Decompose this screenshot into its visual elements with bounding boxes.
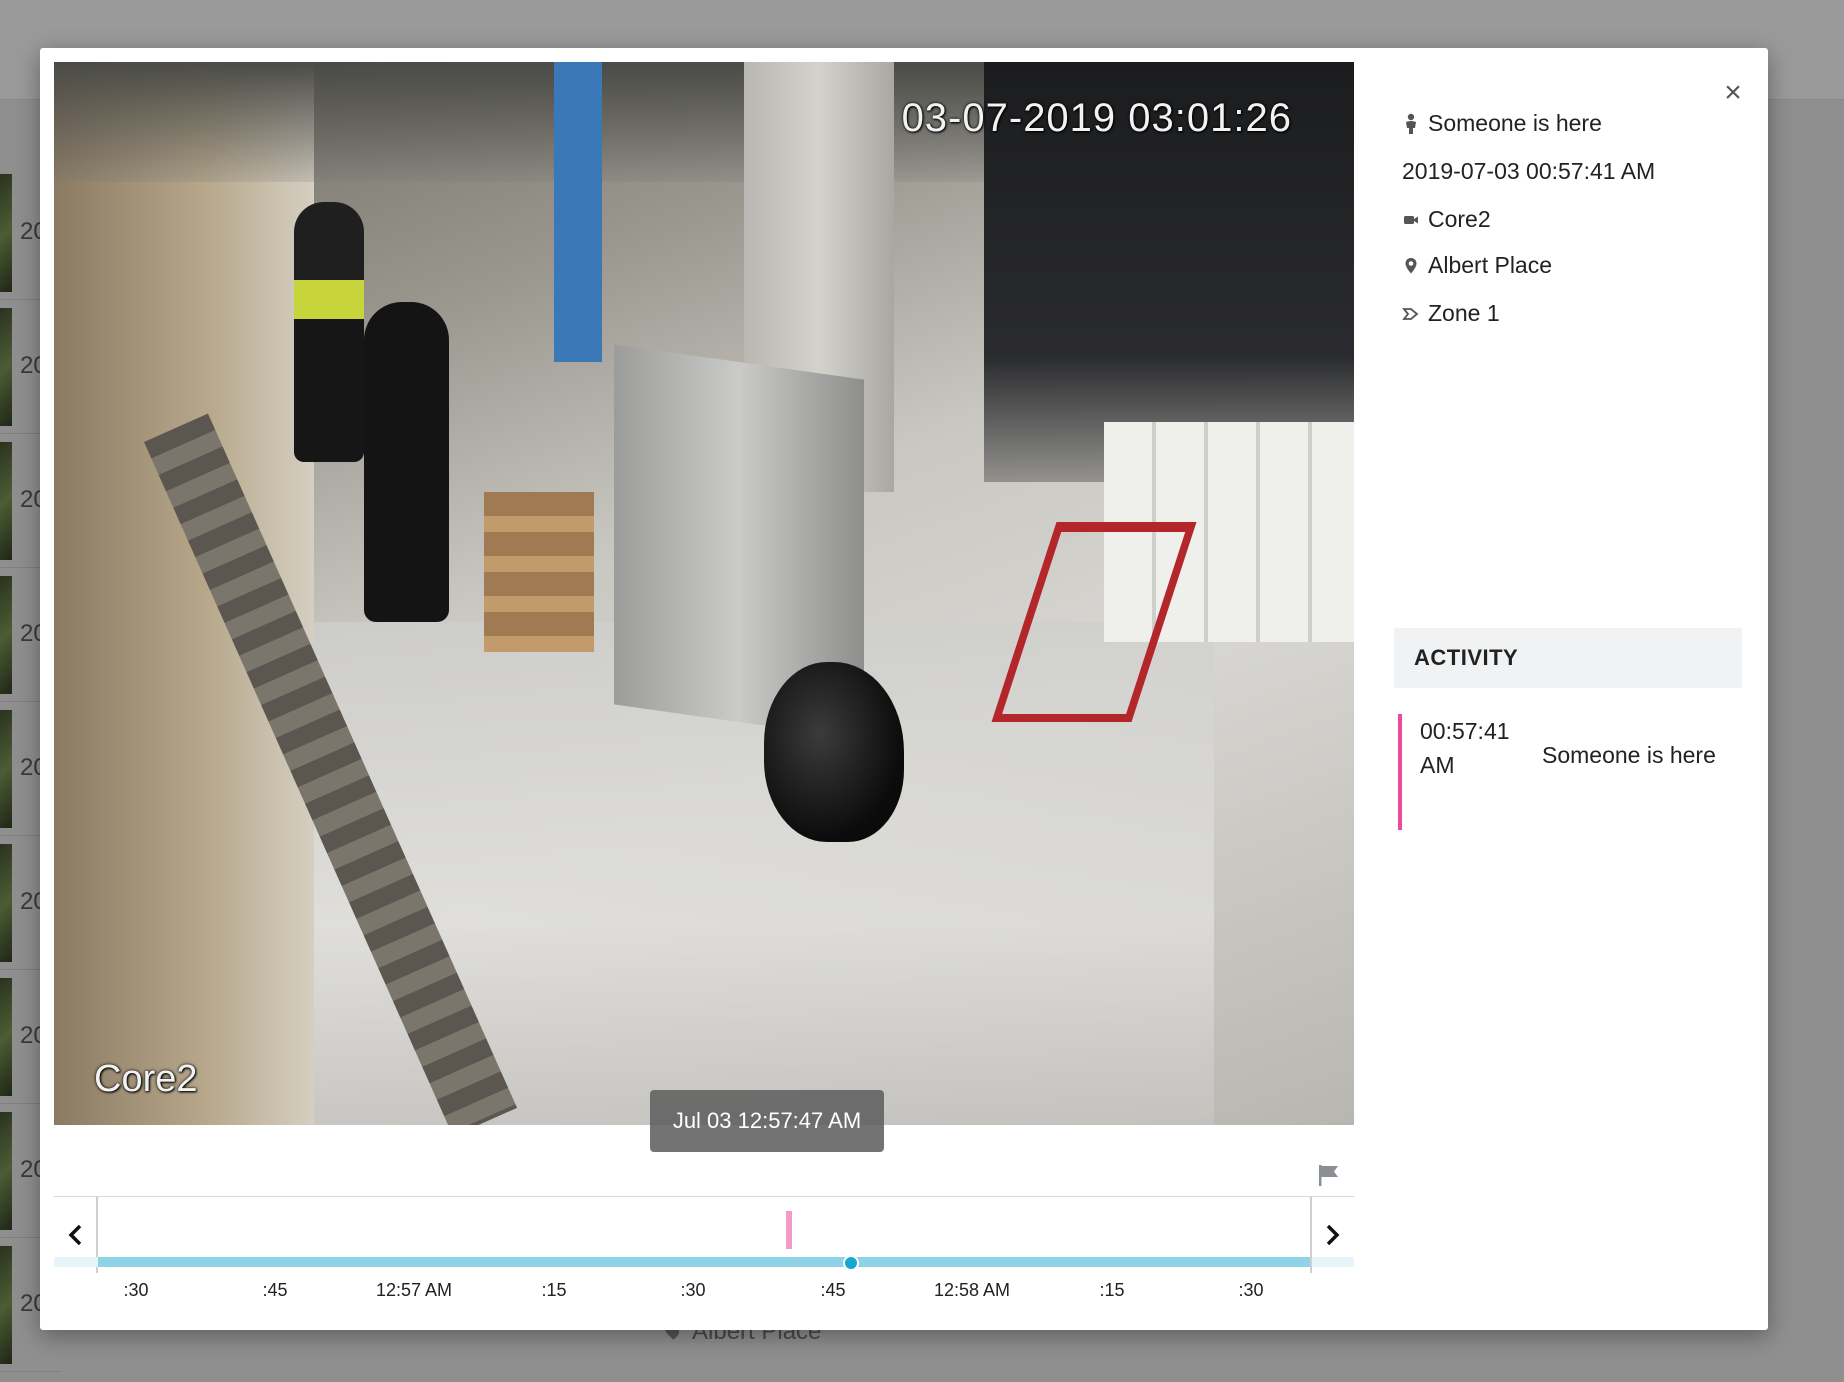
timeline-tick-label: :15 [1099,1280,1125,1300]
background-thumbnail [0,710,12,828]
event-zone: Zone 1 [1428,300,1500,326]
timeline-bar-extension [54,1257,98,1267]
timeline-hover-tooltip: Jul 03 12:57:47 AM [650,1090,884,1152]
chevron-left-icon [68,1224,82,1246]
background-thumbnail [0,442,12,560]
timeline-tick-label: :30 [680,1280,706,1300]
close-button[interactable]: × [1718,78,1748,108]
timeline-tick-label: :45 [820,1280,846,1300]
timeline-recording-bar [98,1257,1310,1267]
video-blue-panel [554,62,602,362]
chevron-right-icon [1326,1224,1340,1246]
background-thumbnail [0,1246,12,1364]
camera-icon [1402,209,1420,231]
event-title-row: Someone is here [1402,110,1602,137]
event-detail-modal: 03-07-2019 03:01:26 Core2 Jul 03 12:57:4… [40,48,1768,1330]
video-trash-bag [764,662,904,842]
timeline-event-marker[interactable] [786,1211,792,1249]
video-person [294,202,364,462]
activity-item[interactable]: 00:57:41 AM Someone is here [1398,714,1742,830]
event-camera: Core2 [1428,206,1491,232]
timeline-tick-label: 12:57 AM [375,1280,453,1300]
background-thumbnail [0,308,12,426]
activity-item-time: 00:57:41 AM [1420,718,1510,778]
timeline-tick-labels: :30 :45 12:57 AM :15 :30 :45 12:58 AM :1… [54,1272,1354,1312]
background-thumbnail [0,174,12,292]
background-thumbnail [0,576,12,694]
event-datetime: 2019-07-03 00:57:41 AM [1402,158,1656,184]
zone-icon [1402,303,1420,325]
location-pin-icon [1402,255,1420,277]
activity-header: ACTIVITY [1394,628,1742,688]
flag-icon[interactable] [1316,1162,1342,1188]
timeline-tick-label: 12:58 AM [933,1280,1011,1300]
background-thumbnail [0,1112,12,1230]
timeline-playhead[interactable] [843,1255,859,1271]
timeline-next-button[interactable] [1310,1197,1354,1273]
event-datetime-row: 2019-07-03 00:57:41 AM [1402,158,1655,185]
person-icon [1402,113,1420,135]
event-zone-row: Zone 1 [1402,300,1500,327]
event-title: Someone is here [1428,110,1602,136]
timeline-tick-label: :30 [123,1280,149,1300]
video-person [364,302,449,622]
activity-item-label: Someone is here [1542,742,1716,768]
timeline-track[interactable] [54,1197,1354,1273]
background-thumbnail [0,844,12,962]
timeline-tick-label: :30 [1238,1280,1264,1300]
video-player[interactable]: 03-07-2019 03:01:26 Core2 [54,62,1354,1125]
timeline [54,1196,1354,1273]
event-location: Albert Place [1428,252,1553,278]
timeline-tick-label: :45 [262,1280,288,1300]
timeline-tick-label: :15 [541,1280,567,1300]
video-cardboard-stack [484,492,594,652]
event-camera-row: Core2 [1402,206,1491,233]
video-overlay-timestamp: 03-07-2019 03:01:26 [901,96,1292,140]
event-location-row: Albert Place [1402,252,1552,279]
background-thumbnail [0,978,12,1096]
video-overlay-camera-name: Core2 [94,1058,198,1100]
